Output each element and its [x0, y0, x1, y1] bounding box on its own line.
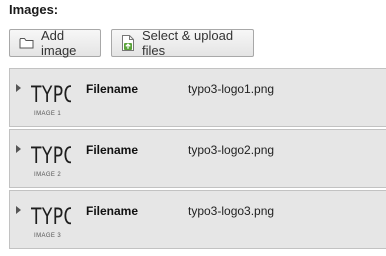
select-upload-button[interactable]: Select & upload files — [111, 28, 254, 58]
thumbnail-caption: IMAGE 1 — [34, 111, 62, 117]
select-upload-label: Select & upload files — [142, 28, 234, 58]
thumbnail-caption: IMAGE 2 — [34, 172, 62, 178]
thumbnail-logo-text: TYPO3 — [31, 205, 71, 230]
image-row[interactable]: TYPO3 IMAGE 2 Filename typo3-logo2.png — [9, 129, 386, 188]
thumbnail-logo-text: TYPO3 — [31, 144, 71, 169]
image-thumbnail: TYPO3 IMAGE 3 — [31, 199, 71, 243]
add-image-label: Add image — [41, 28, 77, 58]
filename-value: typo3-logo1.png — [188, 82, 275, 96]
add-image-button[interactable]: Add image — [9, 28, 101, 58]
image-thumbnail: TYPO3 IMAGE 2 — [31, 138, 71, 182]
expand-arrow-icon[interactable] — [16, 145, 21, 153]
filename-label: Filename — [86, 82, 139, 96]
image-thumbnail: TYPO3 IMAGE 1 — [31, 77, 71, 121]
expand-arrow-icon[interactable] — [16, 206, 21, 214]
filename-label: Filename — [86, 143, 139, 157]
filename-value: typo3-logo3.png — [188, 204, 275, 218]
image-row[interactable]: TYPO3 IMAGE 1 Filename typo3-logo1.png — [9, 68, 386, 127]
folder-icon — [19, 37, 34, 49]
filename-value: typo3-logo2.png — [188, 143, 275, 157]
upload-file-icon — [121, 35, 135, 51]
thumbnail-caption: IMAGE 3 — [34, 233, 62, 239]
thumbnail-logo-text: TYPO3 — [31, 83, 71, 108]
section-title: Images: — [9, 2, 59, 17]
image-row[interactable]: TYPO3 IMAGE 3 Filename typo3-logo3.png — [9, 190, 386, 249]
expand-arrow-icon[interactable] — [16, 84, 21, 92]
filename-label: Filename — [86, 204, 139, 218]
